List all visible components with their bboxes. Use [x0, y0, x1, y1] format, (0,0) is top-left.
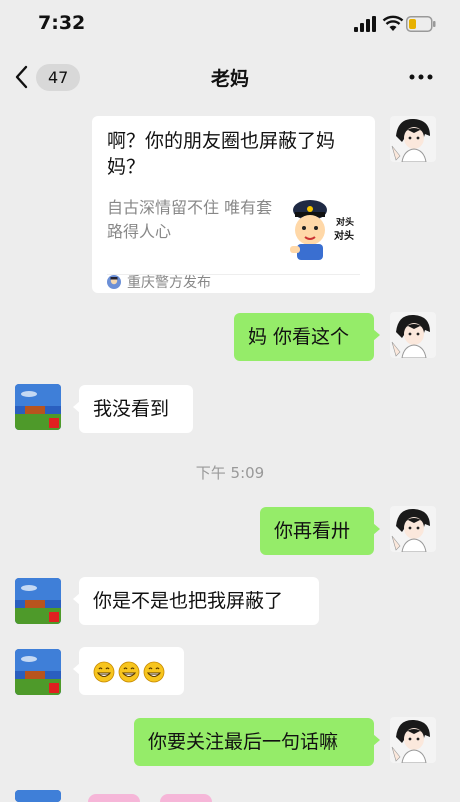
status-time: 7:32: [38, 12, 86, 34]
grin-emoji-icon: [93, 661, 115, 682]
anime-avatar-icon: [390, 312, 436, 358]
wifi-icon: [382, 15, 404, 31]
anime-avatar-icon: [390, 116, 436, 162]
anime-avatar-icon: [390, 717, 436, 763]
landscape-avatar-icon: [15, 384, 61, 430]
message-bubble-received[interactable]: 我没看到: [73, 385, 193, 433]
chat-title: 老妈: [210, 68, 249, 90]
battery-icon: [406, 16, 436, 32]
message-bubble-sent[interactable]: 你要关注最后一句话嘛: [134, 718, 380, 766]
more-options-icon[interactable]: [408, 68, 434, 86]
landscape-avatar-icon: [15, 649, 61, 695]
card-source-name: 重庆警方发布: [127, 275, 211, 291]
landscape-avatar-icon: [15, 790, 61, 802]
shared-article-card[interactable]: 啊？你的朋友圈也屏蔽了妈妈？ 自古深情留不住 唯有套路得人心 对头 对头 重庆警…: [92, 116, 375, 293]
grin-emoji-icon: [143, 661, 165, 682]
status-bar: 7:32: [0, 0, 460, 50]
contact-avatar[interactable]: [15, 649, 61, 695]
contact-avatar[interactable]: [15, 790, 61, 802]
card-source: 重庆警方发布: [107, 270, 211, 294]
contact-avatar[interactable]: [15, 384, 61, 430]
grin-emoji-icon: [118, 661, 140, 682]
nav-bar: 47 老妈: [0, 50, 460, 104]
sticker-partial: [160, 794, 212, 802]
message-bubble-received[interactable]: 你是不是也把我屏蔽了: [73, 577, 319, 625]
cellular-signal-icon: [354, 16, 376, 32]
my-avatar[interactable]: [390, 312, 436, 358]
police-sticker-thumbnail: 对头 对头: [288, 194, 364, 260]
card-title: 啊？你的朋友圈也屏蔽了妈妈？: [107, 130, 336, 178]
sticker-partial: [88, 794, 140, 802]
contact-avatar[interactable]: [15, 578, 61, 624]
card-description: 自古深情留不住 唯有套路得人心: [107, 198, 273, 241]
my-avatar[interactable]: [390, 717, 436, 763]
landscape-avatar-icon: [15, 578, 61, 624]
message-bubble-received-emoji[interactable]: [73, 647, 184, 695]
anime-avatar-icon: [390, 506, 436, 552]
message-bubble-sent[interactable]: 妈 你看这个: [234, 313, 380, 361]
official-account-icon: [107, 275, 121, 289]
sticker-text-2: 对头: [334, 229, 354, 242]
chat-area[interactable]: 啊？你的朋友圈也屏蔽了妈妈？ 自古深情留不住 唯有套路得人心 对头 对头 重庆警…: [0, 104, 460, 802]
my-avatar[interactable]: [390, 506, 436, 552]
sticker-text-1: 对头: [336, 216, 354, 228]
message-bubble-sent[interactable]: 你再看卅: [260, 507, 380, 555]
my-avatar[interactable]: [390, 116, 436, 162]
chat-timestamp: 下午 5:09: [195, 464, 265, 482]
